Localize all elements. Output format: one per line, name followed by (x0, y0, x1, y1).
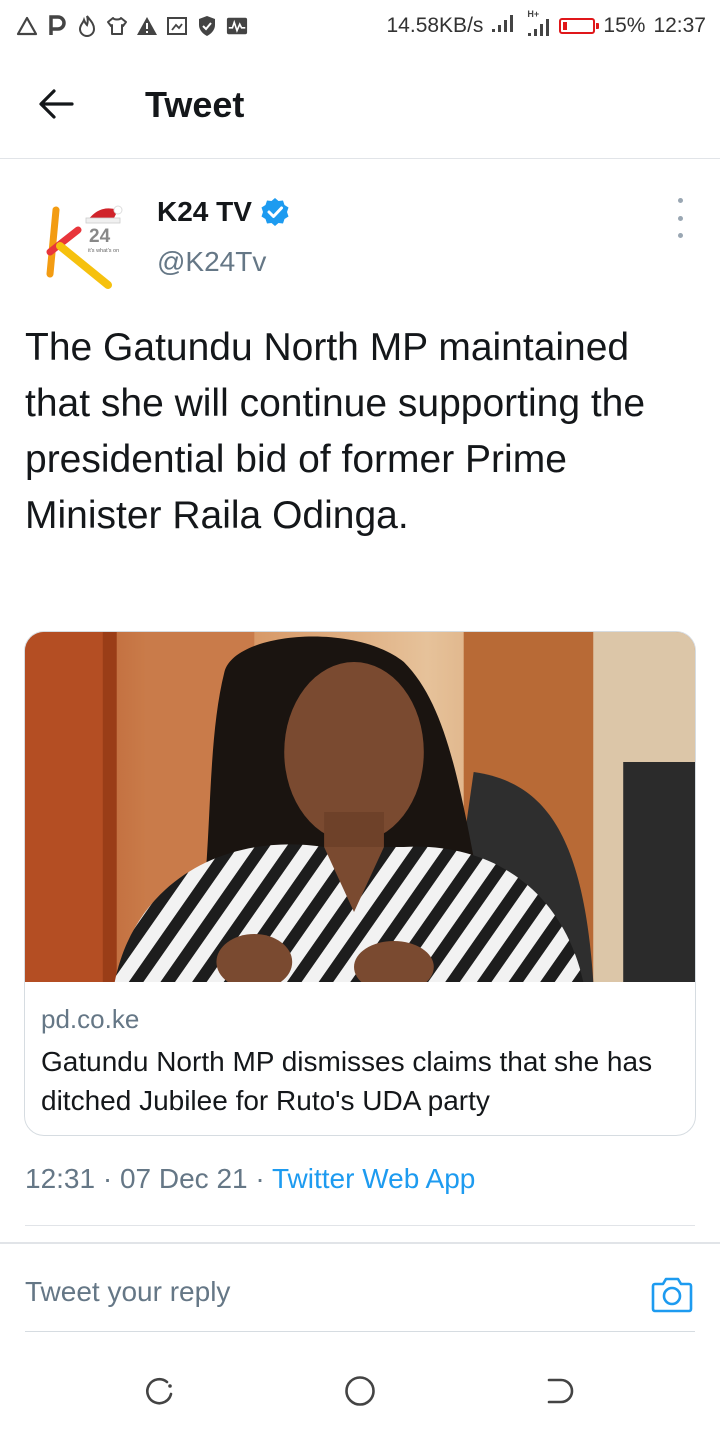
k24-logo: 24 it's what's on (46, 205, 123, 289)
system-nav-bar (0, 1340, 720, 1440)
card-image (25, 632, 695, 982)
tweet-text: The Gatundu North MP maintained that she… (25, 326, 646, 537)
author-handle[interactable]: @K24Tv (157, 246, 266, 278)
author-name-row[interactable]: K24 TV (157, 196, 290, 228)
arrow-left-icon (39, 89, 74, 119)
home-icon (345, 1376, 375, 1406)
battery-icon (559, 18, 600, 34)
author-name: K24 TV (157, 196, 252, 227)
meta-separator: · (255, 1163, 265, 1194)
shield-icon (196, 15, 218, 37)
more-options-button[interactable] (666, 198, 694, 238)
more-dot-icon (677, 215, 683, 221)
back-nav-icon (547, 1378, 574, 1404)
logo-tagline: it's what's on (88, 248, 119, 254)
status-bar: 14.58KB/s H+ 15% 12:37 (0, 0, 720, 52)
card-domain: pd.co.ke (41, 1004, 140, 1034)
tweet-meta: 12:31 · 07 Dec 21 · Twitter Web App (25, 1163, 475, 1195)
alert-icon (16, 15, 38, 37)
shirt-app-icon (106, 15, 128, 37)
status-right: 14.58KB/s H+ 15% 12:37 (386, 9, 707, 40)
camera-icon (651, 1277, 693, 1313)
network-speed: 14.58KB/s (386, 14, 484, 37)
page-title: Tweet (145, 84, 245, 125)
logo-number: 24 (89, 226, 111, 247)
back-button[interactable] (28, 76, 84, 132)
recent-apps-button[interactable] (143, 1374, 177, 1408)
meta-separator: · (102, 1163, 113, 1194)
warning-icon (136, 15, 158, 37)
battery-fill (563, 22, 568, 30)
tweet-date: 07 Dec 21 (119, 1163, 248, 1194)
avatar[interactable]: 24 it's what's on (26, 190, 136, 300)
source-app-link[interactable]: Twitter Web App (272, 1163, 475, 1194)
recent-apps-icon (146, 1377, 173, 1405)
card-title: Gatundu North MP dismisses claims that s… (41, 1046, 653, 1116)
back-nav-button[interactable] (543, 1374, 577, 1408)
camera-button[interactable] (651, 1274, 693, 1314)
verified-badge-icon (260, 197, 290, 227)
reply-input[interactable]: Tweet your reply (25, 1276, 230, 1308)
signal-icon (491, 12, 517, 40)
more-dot-icon (677, 233, 683, 238)
more-dot-icon (677, 198, 683, 203)
battery-percent: 15% (603, 14, 646, 37)
activity-icon (226, 15, 248, 37)
home-button[interactable] (343, 1374, 377, 1408)
clock: 12:37 (653, 14, 706, 37)
link-card[interactable]: pd.co.ke Gatundu North MP dismisses clai… (24, 631, 696, 1136)
tweet-author: 24 it's what's on K24 TV @K24Tv (0, 160, 720, 300)
p-app-icon (46, 15, 68, 37)
divider (0, 1242, 720, 1244)
app-header: Tweet (0, 52, 720, 159)
screenshot-icon (166, 15, 188, 37)
tweet-time: 12:31 (25, 1163, 96, 1194)
reply-bar: Tweet your reply (25, 1246, 695, 1332)
notification-icons (16, 15, 248, 37)
divider (25, 1225, 695, 1226)
mobile-data-icon: H+ (525, 9, 551, 39)
fire-app-icon (76, 15, 98, 37)
